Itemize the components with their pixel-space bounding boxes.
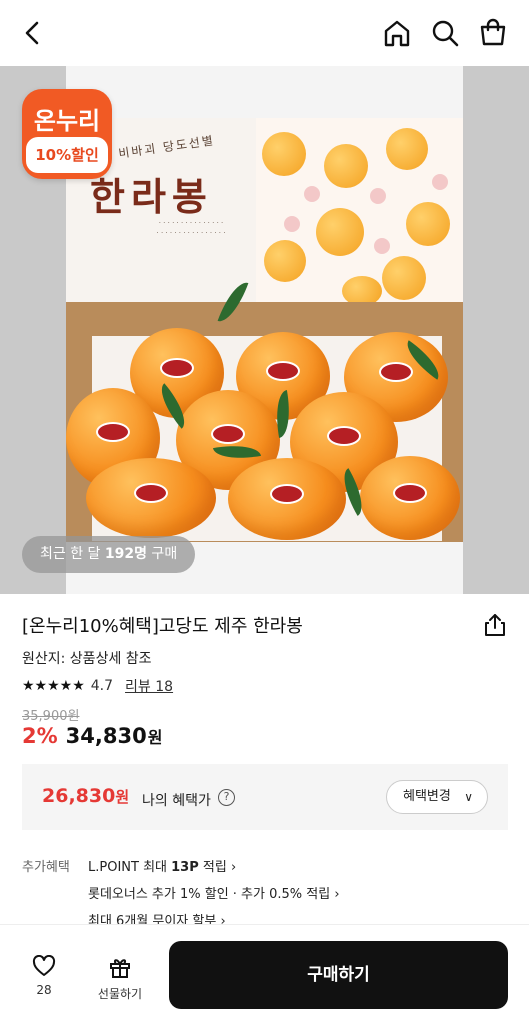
benefit-label: 나의 혜택가	[142, 793, 211, 809]
benefit-price-unit: 원	[115, 788, 130, 806]
search-icon[interactable]	[430, 18, 460, 48]
benefit-price-box: 26,830원 나의 혜택가 ? 혜택변경 ∨	[22, 764, 508, 830]
hallabong-fruit	[360, 456, 460, 540]
top-bar	[0, 0, 529, 66]
gift-label: 선물하기	[97, 987, 143, 1001]
onnuri-logo: 온누리	[33, 107, 101, 135]
price-row: 2% 34,830 원	[22, 724, 162, 748]
like-button[interactable]: 28	[24, 955, 64, 997]
box-title: 한라봉	[90, 174, 213, 219]
lpoint-benefit-link[interactable]: L.POINT 최대 13P 적립 ›	[88, 856, 236, 875]
discount-rate: 2%	[22, 724, 58, 748]
lotte-owners-benefit-link[interactable]: 롯데오너스 추가 1% 할인 · 추가 0.5% 적립 ›	[88, 883, 340, 902]
change-benefit-label: 혜택변경	[403, 789, 451, 804]
origin-info: 원산지: 상품상세 참조	[22, 651, 152, 667]
original-price: 35,900원	[22, 709, 80, 724]
lpoint-suffix: 적립 ›	[198, 860, 237, 875]
info-icon[interactable]: ?	[218, 789, 235, 806]
back-icon[interactable]	[18, 18, 48, 48]
gift-button[interactable]: 선물하기	[92, 955, 148, 1002]
lpoint-prefix: L.POINT 최대	[88, 860, 172, 875]
image-side-right	[463, 66, 529, 594]
product-title: [온누리10%혜택]고당도 제주 한라봉	[22, 616, 303, 637]
like-count: 28	[36, 983, 52, 997]
sale-price: 34,830	[65, 724, 147, 748]
star-rating-icon: ★★★★★	[22, 678, 85, 694]
rating-value: 4.7	[90, 678, 114, 694]
onnuri-discount: 10%할인	[26, 137, 108, 173]
hallabong-fruit	[86, 458, 216, 538]
change-benefit-button[interactable]: 혜택변경 ∨	[386, 780, 488, 814]
chevron-down-icon: ∨	[464, 790, 473, 804]
bottom-action-bar: 28 선물하기 구매하기	[0, 924, 529, 1024]
benefit-price-value: 26,830	[42, 785, 116, 807]
sale-price-unit: 원	[147, 728, 163, 747]
hallabong-fruit	[228, 458, 346, 540]
home-icon[interactable]	[382, 18, 412, 48]
extra-benefits-label: 추가혜택	[22, 860, 70, 875]
recent-count: 192명	[104, 546, 147, 562]
benefit-price: 26,830원	[42, 785, 129, 807]
box-blurb: · · · · · · · · · · · · · · · · · · · · ·…	[156, 219, 226, 237]
rating-row: ★★★★★ 4.7 리뷰 18	[22, 676, 173, 696]
box-lid-illustration	[256, 118, 463, 308]
recent-purchase-pill: 최근 한 달 192명 구매	[22, 536, 196, 573]
lpoint-points: 13P	[171, 860, 199, 875]
onnuri-badge: 온누리 10%할인	[22, 89, 112, 179]
cart-icon[interactable]	[478, 17, 508, 47]
gift-icon	[110, 959, 130, 978]
buy-button[interactable]: 구매하기	[169, 941, 508, 1009]
review-link[interactable]: 리뷰 18	[125, 676, 173, 696]
heart-icon	[32, 955, 56, 976]
recent-prefix: 최근 한 달	[40, 546, 105, 562]
share-icon[interactable]	[482, 612, 508, 638]
recent-suffix: 구매	[146, 546, 178, 562]
